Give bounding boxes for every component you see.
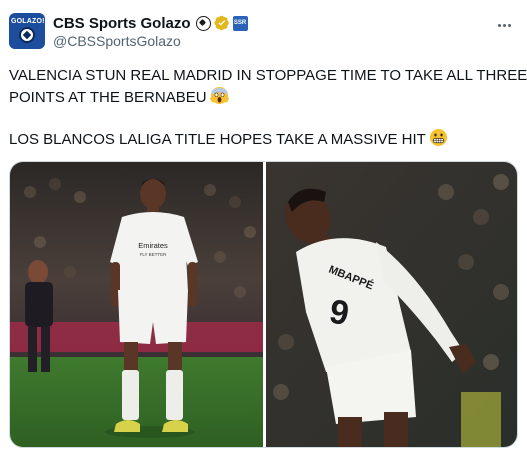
soccer-ball-icon <box>195 15 211 31</box>
screaming-face-emoji <box>209 86 229 105</box>
shirt-sponsor-sub: FLY BETTER <box>140 252 168 257</box>
verified-badge-icon[interactable] <box>213 15 230 31</box>
tweet-line-3-wrap: LOS BLANCOS LALIGA TITLE HOPES TAKE A MA… <box>9 128 518 150</box>
photo-bellingham[interactable]: Emirates FLY BETTER <box>10 162 263 447</box>
tweet-line-2: POINTS AT THE BERNABEU <box>9 89 207 106</box>
avatar-ball-icon <box>19 27 35 43</box>
photo-mbappe[interactable]: MBAPPÉ 9 <box>266 162 517 447</box>
avatar[interactable]: GOLAZO! <box>9 13 45 49</box>
tweet-line-3: LOS BLANCOS LALIGA TITLE HOPES TAKE A MA… <box>9 131 426 148</box>
name-row: CBS Sports Golazo SSR <box>53 14 248 32</box>
affiliate-badge-icon[interactable]: SSR <box>232 15 248 31</box>
shirt-sponsor: Emirates <box>138 241 168 250</box>
avatar-wordmark: GOLAZO! <box>11 18 45 25</box>
display-name[interactable]: CBS Sports Golazo <box>53 15 191 32</box>
handle[interactable]: @CBSSportsGolazo <box>53 33 181 49</box>
media-grid: Emirates FLY BETTER MBAPPÉ 9 <box>9 161 518 448</box>
tweet-header: GOLAZO! CBS Sports Golazo SSR @CBSSports… <box>9 9 518 53</box>
tweet-line-2-wrap: POINTS AT THE BERNABEU <box>9 86 518 108</box>
tweet-line-1: VALENCIA STUN REAL MADRID IN STOPPAGE TI… <box>9 67 527 84</box>
grimacing-face-emoji <box>429 128 447 147</box>
more-options-icon[interactable] <box>494 15 514 35</box>
tweet-text: VALENCIA STUN REAL MADRID IN STOPPAGE TI… <box>9 66 527 150</box>
